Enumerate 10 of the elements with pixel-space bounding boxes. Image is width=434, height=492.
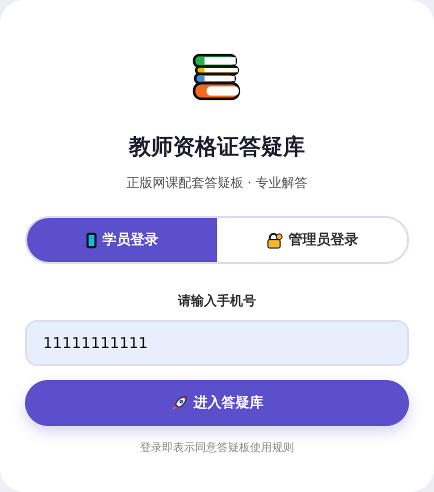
app-title: 教师资格证答疑库 <box>129 134 305 162</box>
lock-icon <box>266 232 282 248</box>
phone-icon <box>86 232 96 248</box>
login-tab[interactable]: 学员登录 <box>27 218 217 262</box>
field-label: 请输入手机号 <box>178 292 256 310</box>
subtitle: 正版网课配套答疑板 · 专业解答 <box>126 175 308 192</box>
submit-button[interactable]: 进入答疑库 <box>25 380 409 426</box>
phone-input[interactable]: 11111111111 <box>25 320 409 366</box>
terms-note: 登录即表示同意答疑板使用规则 <box>140 440 294 455</box>
rocket-icon <box>170 394 188 412</box>
